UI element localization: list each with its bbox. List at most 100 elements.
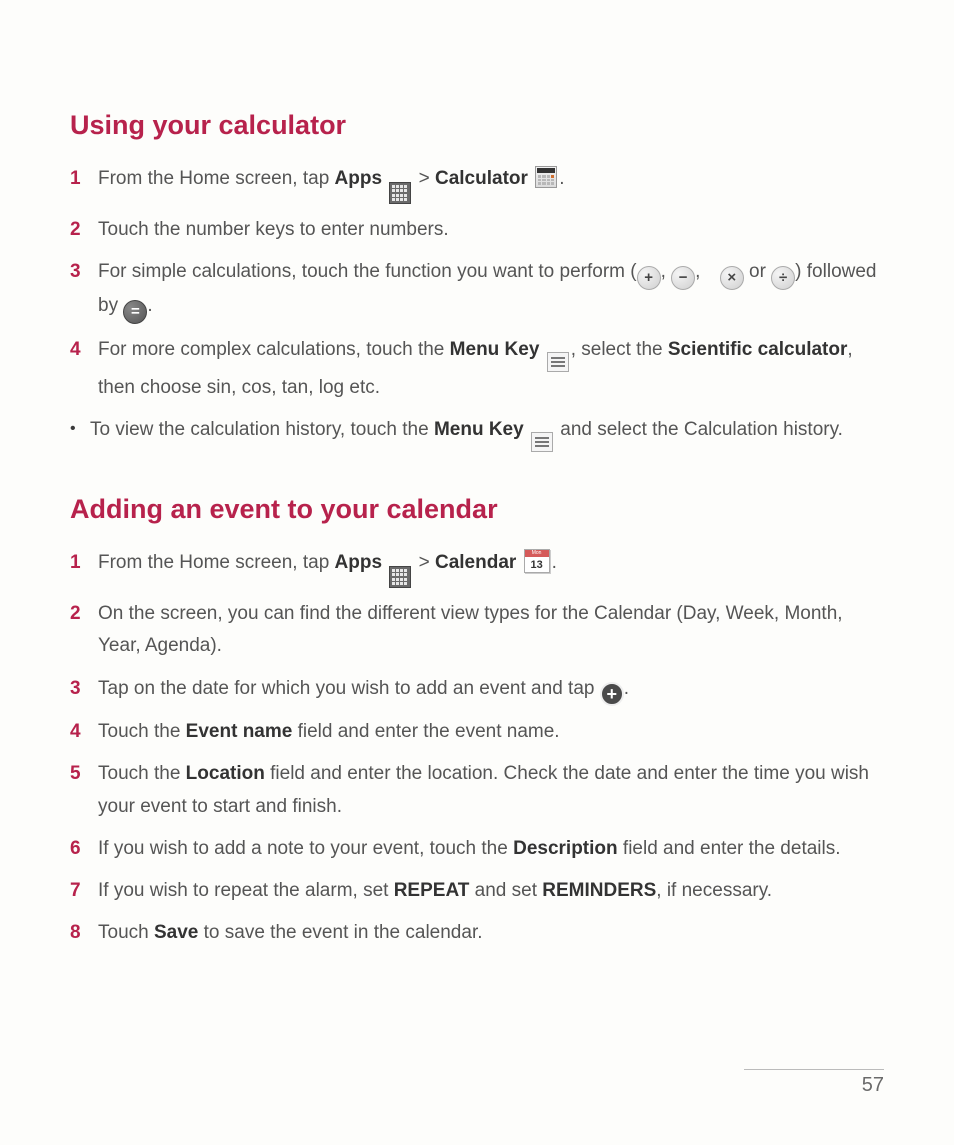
text: , if necessary. (656, 880, 772, 901)
section-calendar: Adding an event to your calendar 1 From … (70, 494, 884, 950)
list-item: • To view the calculation history, touch… (70, 414, 884, 452)
equals-icon: = (123, 300, 147, 324)
list-item: 7 If you wish to repeat the alarm, set R… (70, 875, 884, 907)
list-item: 3 For simple calculations, touch the fun… (70, 256, 884, 324)
bold-text: Event name (186, 721, 293, 742)
list-item: 1 From the Home screen, tap Apps > Calcu… (70, 163, 884, 204)
step-number: 3 (70, 256, 98, 288)
menu-key-icon (547, 352, 569, 372)
step-number: 7 (70, 875, 98, 907)
bold-text: Apps (335, 168, 383, 189)
divide-icon: ÷ (771, 266, 795, 290)
list-item: 1 From the Home screen, tap Apps > Calen… (70, 547, 884, 588)
step-body: On the screen, you can find the differen… (98, 598, 884, 663)
bullet: • (70, 414, 90, 444)
text: From the Home screen, tap (98, 168, 335, 189)
section-calculator: Using your calculator 1 From the Home sc… (70, 110, 884, 452)
bold-text: Save (154, 922, 198, 943)
text: . (552, 552, 557, 573)
apps-icon (389, 182, 411, 204)
bold-text: Menu Key (434, 419, 524, 440)
step-body: Touch the Event name field and enter the… (98, 716, 884, 748)
step-body: Touch the Location field and enter the l… (98, 758, 884, 823)
bold-text: Apps (335, 552, 383, 573)
text: . (147, 295, 152, 316)
minus-icon: − (671, 266, 695, 290)
heading-calculator: Using your calculator (70, 110, 884, 141)
text: , (661, 261, 672, 282)
bold-text: Calendar (435, 552, 516, 573)
step-number: 8 (70, 917, 98, 949)
list-item: 4 For more complex calculations, touch t… (70, 334, 884, 404)
footer-divider (744, 1069, 884, 1070)
bold-text: REPEAT (394, 880, 470, 901)
calendar-icon: Mon13 (524, 549, 550, 573)
menu-key-icon (531, 432, 553, 452)
bold-text: Description (513, 838, 618, 859)
page-footer: 57 (744, 1069, 884, 1097)
text: . (624, 678, 629, 699)
list-item: 5 Touch the Location field and enter the… (70, 758, 884, 823)
heading-calendar: Adding an event to your calendar (70, 494, 884, 525)
text: and select the Calculation history. (555, 419, 843, 440)
step-number: 5 (70, 758, 98, 790)
bold-text: Menu Key (450, 339, 540, 360)
list-item: 3 Tap on the date for which you wish to … (70, 673, 884, 706)
text: , select the (571, 339, 668, 360)
text: field and enter the event name. (292, 721, 559, 742)
list-item: 4 Touch the Event name field and enter t… (70, 716, 884, 748)
text: and set (469, 880, 542, 901)
step-number: 4 (70, 716, 98, 748)
text: to save the event in the calendar. (198, 922, 482, 943)
step-body: If you wish to add a note to your event,… (98, 833, 884, 865)
list-item: 2 On the screen, you can find the differ… (70, 598, 884, 663)
text: Touch the (98, 721, 186, 742)
plus-icon: + (637, 266, 661, 290)
step-body: From the Home screen, tap Apps > Calcula… (98, 163, 884, 204)
bold-text: REMINDERS (542, 880, 656, 901)
calendar-icon-day: 13 (525, 557, 549, 572)
step-body: From the Home screen, tap Apps > Calenda… (98, 547, 884, 588)
text: field and enter the details. (618, 838, 841, 859)
step-number: 1 (70, 547, 98, 579)
step-number: 1 (70, 163, 98, 195)
step-number: 2 (70, 598, 98, 630)
bold-text: Calculator (435, 168, 528, 189)
text: > (419, 168, 435, 189)
text: Touch the (98, 763, 186, 784)
apps-icon (389, 566, 411, 588)
multiply-icon: × (720, 266, 744, 290)
add-event-icon: + (600, 682, 624, 706)
step-body: Touch the number keys to enter numbers. (98, 214, 884, 246)
step-number: 6 (70, 833, 98, 865)
step-number: 2 (70, 214, 98, 246)
text: If you wish to repeat the alarm, set (98, 880, 394, 901)
step-body: Tap on the date for which you wish to ad… (98, 673, 884, 706)
text: From the Home screen, tap (98, 552, 335, 573)
step-body: If you wish to repeat the alarm, set REP… (98, 875, 884, 907)
step-number: 4 (70, 334, 98, 366)
text: For more complex calculations, touch the (98, 339, 450, 360)
text: , (695, 261, 706, 282)
text: Tap on the date for which you wish to ad… (98, 678, 600, 699)
step-body: To view the calculation history, touch t… (90, 414, 884, 452)
step-number: 3 (70, 673, 98, 705)
step-body: Touch Save to save the event in the cale… (98, 917, 884, 949)
text: or (744, 261, 771, 282)
list-item: 6 If you wish to add a note to your even… (70, 833, 884, 865)
list-item: 8 Touch Save to save the event in the ca… (70, 917, 884, 949)
page-number: 57 (862, 1074, 884, 1096)
text: > (419, 552, 435, 573)
text: To view the calculation history, touch t… (90, 419, 434, 440)
calculator-icon (535, 166, 557, 188)
step-body: For simple calculations, touch the funct… (98, 256, 884, 324)
list-item: 2 Touch the number keys to enter numbers… (70, 214, 884, 246)
step-body: For more complex calculations, touch the… (98, 334, 884, 404)
text: If you wish to add a note to your event,… (98, 838, 513, 859)
text: . (559, 168, 564, 189)
calendar-icon-month: Mon (525, 550, 549, 557)
text: For simple calculations, touch the funct… (98, 261, 637, 282)
bold-text: Scientific calculator (668, 339, 848, 360)
bold-text: Location (186, 763, 265, 784)
text: Touch (98, 922, 154, 943)
